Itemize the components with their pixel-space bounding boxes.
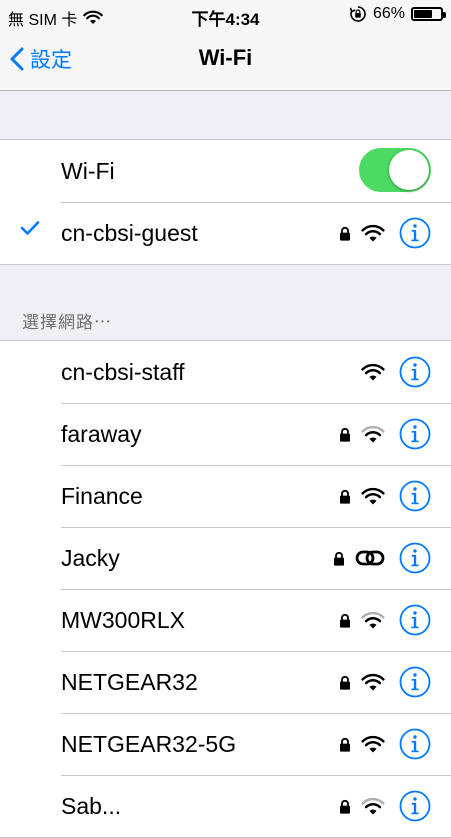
network-icons [339,217,431,249]
network-name: cn-cbsi-guest [61,219,198,246]
battery-percent: 66% [372,5,405,22]
network-icons [339,666,431,698]
network-row[interactable]: Sab... [0,775,451,837]
network-row[interactable]: Finance [0,465,451,527]
status-right: 66% [349,5,446,23]
network-name: Sab... [61,792,122,819]
network-name: cn-cbsi-staff [61,358,185,385]
rotation-lock-icon [349,6,366,22]
battery-icon [411,7,446,21]
info-icon[interactable] [399,356,431,388]
wifi-signal-icon [361,487,385,504]
network-name: Finance [61,482,143,509]
network-name: NETGEAR32-5G [61,730,237,757]
wifi-signal-icon [361,735,385,752]
link-icon [355,550,385,566]
wifi-group: Wi-Fi cn-cbsi-guest [0,139,451,265]
lock-icon [340,613,350,628]
info-icon[interactable] [399,418,431,450]
info-icon[interactable] [399,604,431,636]
network-row[interactable]: NETGEAR32-5G [0,713,451,775]
network-icons [339,418,431,450]
wifi-toggle[interactable] [359,148,431,192]
network-name: NETGEAR32 [61,668,198,695]
network-icons [339,604,431,636]
info-icon[interactable] [399,666,431,698]
page-title: Wi-Fi [198,45,253,70]
network-icons [339,480,431,512]
info-icon[interactable] [399,790,431,822]
network-icons [339,790,431,822]
network-icons [333,542,431,574]
network-row[interactable]: faraway [0,403,451,465]
info-icon[interactable] [399,542,431,574]
network-icons [361,356,431,388]
network-name: MW300RLX [61,606,185,633]
wifi-signal-icon [361,611,385,628]
lock-icon [340,427,350,442]
network-name: faraway [61,420,142,447]
battery-fill [414,10,433,18]
wifi-signal-icon [361,224,385,241]
info-icon[interactable] [399,217,431,249]
network-row[interactable]: MW300RLX [0,589,451,651]
checkmark-icon [20,221,40,235]
network-icons [339,728,431,760]
wifi-toggle-label: Wi-Fi [61,157,115,184]
wifi-signal-icon [361,363,385,380]
wifi-signal-icon [361,673,385,690]
wifi-toggle-row: Wi-Fi [0,140,451,202]
network-row[interactable]: cn-cbsi-staff [0,341,451,403]
section-header: 選擇網路⋯ [22,313,112,332]
network-row[interactable]: Jacky [0,527,451,589]
connected-network-row[interactable]: cn-cbsi-guest [0,202,451,264]
lock-icon [340,737,350,752]
network-list: cn-cbsi-staff faraway Finance Jacky MW300RLX… [0,340,451,838]
info-icon[interactable] [399,728,431,760]
lock-icon [340,675,350,690]
network-row[interactable]: NETGEAR32 [0,651,451,713]
lock-icon [340,226,350,241]
lock-icon [340,799,350,814]
wifi-signal-icon [361,797,385,814]
navigation-bar: 設定 Wi-Fi [0,30,451,91]
network-name: Jacky [61,544,120,571]
toggle-knob [389,150,429,190]
lock-icon [340,489,350,504]
status-bar: 無 SIM 卡 下午4:34 66% [0,0,451,30]
wifi-signal-icon [361,425,385,442]
lock-icon [334,551,344,566]
info-icon[interactable] [399,480,431,512]
